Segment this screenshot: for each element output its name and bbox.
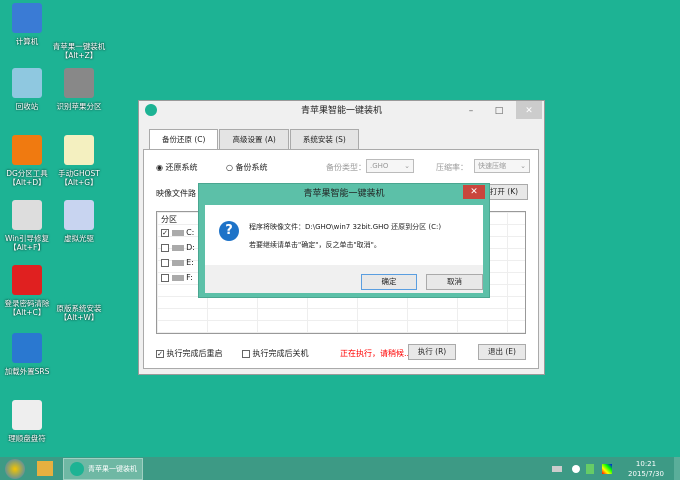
tab-advanced[interactable]: 高级设置 (A) bbox=[219, 129, 289, 149]
desktop-icon[interactable]: 青苹果一键装机【Alt+Z】 bbox=[52, 8, 106, 60]
apple-tray-icon[interactable] bbox=[572, 465, 580, 473]
desktop-icon-label: 登录密码清除【Alt+C】 bbox=[4, 299, 50, 317]
drive-icon bbox=[171, 259, 184, 266]
show-desktop-button[interactable] bbox=[674, 457, 680, 480]
drive-swap-icon bbox=[12, 400, 42, 430]
partition-checkbox[interactable]: ✓ bbox=[161, 228, 169, 237]
backup-type-select[interactable]: .GHO ⌄ bbox=[366, 159, 414, 173]
drive-icon bbox=[171, 229, 184, 236]
apple-logo-icon bbox=[70, 462, 84, 476]
minimize-button[interactable]: – bbox=[458, 101, 484, 119]
hard-drive-icon bbox=[64, 68, 94, 98]
desktop-icon[interactable]: 识别苹果分区 bbox=[52, 68, 106, 111]
desktop-icon-label: 虚拟光驱 bbox=[64, 234, 94, 243]
drive-icon bbox=[171, 244, 184, 251]
partition-label: E: bbox=[186, 258, 194, 267]
partition-checkbox[interactable] bbox=[161, 243, 169, 252]
shutdown-checkbox[interactable]: 执行完成后关机 bbox=[242, 348, 309, 359]
desktop-icon[interactable]: 原版系统安装【Alt+W】 bbox=[52, 270, 106, 322]
dialog-title-bar: 青苹果智能一键装机 ✕ bbox=[199, 184, 489, 204]
ghost-icon bbox=[64, 270, 94, 300]
ghost-icon bbox=[64, 135, 94, 165]
partition-label: F: bbox=[186, 273, 193, 282]
desktop-icon[interactable]: 登录密码清除【Alt+C】 bbox=[0, 265, 54, 317]
desktop-icon[interactable]: 计算机 bbox=[0, 3, 54, 46]
quick-launch-icon[interactable] bbox=[37, 461, 53, 476]
diskgenius-icon bbox=[12, 135, 42, 165]
desktop-icon[interactable]: 手动GHOST【Alt+G】 bbox=[52, 135, 106, 187]
keyboard-tray-icon[interactable] bbox=[552, 466, 562, 472]
dialog-title: 青苹果智能一键装机 bbox=[303, 189, 385, 199]
firewire-icon bbox=[12, 333, 42, 363]
partition-checkbox[interactable] bbox=[161, 273, 169, 282]
desktop-icon-label: 手动GHOST【Alt+G】 bbox=[58, 169, 100, 187]
close-button[interactable]: ✕ bbox=[516, 101, 542, 119]
desktop-icon[interactable]: 虚拟光驱 bbox=[52, 200, 106, 243]
confirm-dialog: 青苹果智能一键装机 ✕ ? 程序将映像文件：D:\GHO\win7 32bit.… bbox=[198, 183, 490, 298]
desktop-icon-label: Win引导修复【Alt+F】 bbox=[4, 234, 50, 252]
desktop-icon[interactable]: 加载外置SRS bbox=[0, 333, 54, 376]
desktop-icon-label: 理顺盘盘符 bbox=[8, 434, 46, 443]
tab-backup-restore[interactable]: 备份还原 (C) bbox=[149, 129, 219, 150]
recycle-bin-icon bbox=[12, 68, 42, 98]
desktop-icon-label: 计算机 bbox=[15, 37, 39, 46]
title-bar: 青苹果智能一键装机 – □ ✕ bbox=[139, 101, 544, 121]
ghost-icon bbox=[64, 8, 94, 38]
clock[interactable]: 10:21 2015/7/30 bbox=[626, 459, 666, 479]
status-text: 正在执行，请稍候... bbox=[340, 349, 412, 358]
compression-label: 压缩率： bbox=[436, 163, 468, 172]
execute-button[interactable]: 执行 (R) bbox=[408, 344, 456, 360]
partition-row[interactable]: D: bbox=[161, 243, 195, 252]
desktop-icon[interactable]: 回收站 bbox=[0, 68, 54, 111]
desktop-icon-label: 原版系统安装【Alt+W】 bbox=[56, 304, 102, 322]
cancel-button[interactable]: 取消 bbox=[426, 274, 483, 290]
desktop-icon[interactable]: DG分区工具【Alt+D】 bbox=[0, 135, 54, 187]
partition-row[interactable]: F: bbox=[161, 273, 193, 282]
compression-select[interactable]: 快速压缩 ⌄ bbox=[474, 159, 530, 173]
ok-button[interactable]: 确定 bbox=[361, 274, 417, 290]
partition-row[interactable]: E: bbox=[161, 258, 194, 267]
nt-key-icon bbox=[12, 265, 42, 295]
drive-icon bbox=[171, 274, 184, 281]
restore-radio[interactable]: ◉ 还原系统 bbox=[156, 162, 198, 173]
dialog-message: 程序将映像文件：D:\GHO\win7 32bit.GHO 还原到分区 (C:) bbox=[249, 223, 442, 231]
desktop-icon-label: 回收站 bbox=[15, 102, 39, 111]
start-button[interactable] bbox=[5, 459, 25, 479]
partition-label: C: bbox=[186, 228, 195, 237]
backup-type-label: 备份类型： bbox=[326, 163, 366, 172]
image-path-label: 映像文件路 bbox=[156, 189, 196, 198]
backup-radio[interactable]: ○ 备份系统 bbox=[226, 162, 268, 173]
desktop-icon-label: 识别苹果分区 bbox=[56, 102, 102, 111]
desktop-icon-label: 加载外置SRS bbox=[4, 367, 50, 376]
display-tray-icon[interactable] bbox=[602, 464, 612, 474]
partition-header: 分区 bbox=[161, 215, 177, 224]
computer-icon bbox=[12, 3, 42, 33]
maximize-button[interactable]: □ bbox=[486, 101, 512, 119]
toolbox-icon bbox=[12, 200, 42, 230]
taskbar: 青苹果一键装机 10:21 2015/7/30 bbox=[0, 457, 680, 480]
window-title: 青苹果智能一键装机 bbox=[300, 106, 382, 116]
partition-row[interactable]: ✓ C: bbox=[161, 228, 194, 237]
desktop-icon[interactable]: 理顺盘盘符 bbox=[0, 400, 54, 443]
apple-logo-icon bbox=[145, 104, 157, 116]
virtual-drive-icon bbox=[64, 200, 94, 230]
desktop-icon-label: 青苹果一键装机【Alt+Z】 bbox=[52, 42, 106, 60]
taskbar-app-button[interactable]: 青苹果一键装机 bbox=[63, 458, 143, 480]
usb-tray-icon[interactable] bbox=[586, 464, 594, 474]
partition-label: D: bbox=[186, 243, 195, 252]
tab-install[interactable]: 系统安装 (S) bbox=[289, 129, 359, 149]
reboot-checkbox[interactable]: ✓ 执行完成后重启 bbox=[156, 348, 223, 359]
question-icon: ? bbox=[219, 221, 239, 241]
exit-button[interactable]: 退出 (E) bbox=[478, 344, 526, 360]
dialog-close-button[interactable]: ✕ bbox=[463, 185, 485, 199]
partition-checkbox[interactable] bbox=[161, 258, 169, 267]
desktop-icon-label: DG分区工具【Alt+D】 bbox=[6, 169, 48, 187]
dialog-instruction: 若要继续请单击"确定"，反之单击"取消"。 bbox=[249, 241, 381, 249]
desktop-icon[interactable]: Win引导修复【Alt+F】 bbox=[0, 200, 54, 252]
